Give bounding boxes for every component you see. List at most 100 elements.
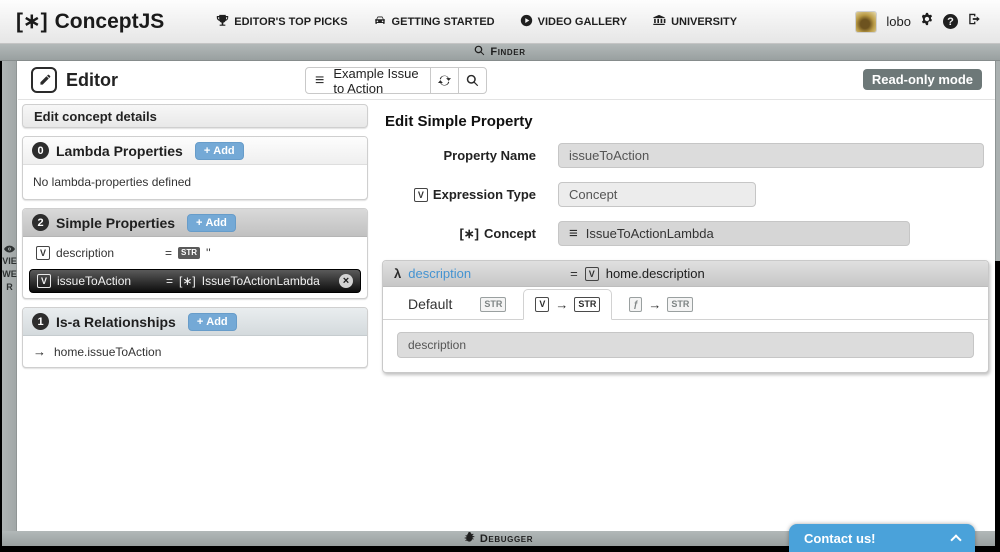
editor-title: Editor bbox=[66, 69, 118, 90]
refresh-button[interactable] bbox=[430, 68, 458, 93]
nav-video-gallery[interactable]: VIDEO GALLERY bbox=[520, 14, 627, 30]
variable-badge-icon: V bbox=[413, 187, 428, 202]
arrow-right-icon: → bbox=[555, 297, 569, 312]
equals-sign: = bbox=[165, 246, 173, 260]
arrow-right-icon: → bbox=[33, 344, 46, 359]
concept-row: [∗] Concept ≡ IssueToActionLambda bbox=[378, 221, 992, 246]
nav-university[interactable]: UNIVERSITY bbox=[652, 14, 737, 30]
add-label: Add bbox=[213, 144, 235, 157]
sign-out-icon[interactable] bbox=[967, 12, 982, 31]
add-isa-relationship-button[interactable]: + Add bbox=[187, 312, 237, 331]
add-lambda-property-button[interactable]: + Add bbox=[194, 141, 244, 160]
nav-getting-started[interactable]: GETTING STARTED bbox=[373, 14, 495, 30]
nav-label: EDITOR'S TOP PICKS bbox=[234, 15, 348, 28]
remove-icon[interactable]: × bbox=[339, 274, 353, 288]
expression-type-field[interactable]: Concept bbox=[558, 182, 756, 207]
right-panel-tab[interactable] bbox=[995, 61, 1000, 261]
play-circle-icon bbox=[520, 14, 533, 30]
expression-value-field[interactable]: description bbox=[397, 332, 974, 358]
nav-editors-top-picks[interactable]: EDITOR'S TOP PICKS bbox=[216, 14, 348, 30]
count-badge: 2 bbox=[32, 214, 49, 231]
university-icon bbox=[652, 14, 666, 30]
pencil-square-icon bbox=[31, 67, 57, 93]
tab-script-to-str[interactable]: ƒ → STR bbox=[618, 290, 704, 319]
property-name: issueToAction bbox=[57, 274, 132, 288]
expression-panel: λ description = V home.description Defau… bbox=[382, 260, 989, 373]
variable-badge-icon: V bbox=[37, 274, 52, 288]
app-logo[interactable]: [∗] ConceptJS bbox=[16, 9, 164, 34]
tab-label: Default bbox=[408, 296, 453, 312]
concept-badge-icon: [∗] bbox=[459, 225, 479, 241]
simple-property-row-issuetoaction[interactable]: V issueToAction = [∗] IssueToActionLambd… bbox=[29, 269, 361, 293]
menu-icon: ≡ bbox=[569, 225, 578, 242]
tab-v-to-str[interactable]: V → STR bbox=[523, 289, 613, 320]
debugger-label: Debugger bbox=[479, 532, 534, 545]
logo-text: ConceptJS bbox=[54, 9, 165, 33]
expression-name-link[interactable]: description bbox=[408, 266, 471, 281]
concept-type-badge: [∗] bbox=[179, 274, 196, 288]
arrow-right-icon: → bbox=[648, 297, 662, 312]
concept-selector-group: ≡ Example Issue to Action bbox=[305, 66, 488, 96]
add-simple-property-button[interactable]: + Add bbox=[187, 213, 236, 232]
plus-icon: + bbox=[196, 216, 203, 229]
viewer-label: VIEWER bbox=[2, 256, 17, 292]
concept-details-sidebar: Edit concept details 0 Lambda Properties… bbox=[22, 104, 368, 368]
field-value: issueToAction bbox=[569, 148, 650, 163]
relationship-target: home.issueToAction bbox=[54, 344, 162, 359]
label-text: Concept bbox=[484, 226, 536, 241]
isa-relationships-header: 1 Is-a Relationships + Add bbox=[23, 308, 367, 336]
isa-relationship-row[interactable]: → home.issueToAction bbox=[23, 336, 367, 367]
menu-icon[interactable]: ≡ bbox=[306, 68, 333, 93]
page-title: Edit Simple Property bbox=[385, 113, 533, 130]
lambda-icon: λ bbox=[394, 266, 402, 281]
workspace: VIEWER Editor ≡ Example Issue to Action … bbox=[2, 61, 995, 531]
simple-properties-panel: 2 Simple Properties + Add V description … bbox=[22, 208, 368, 299]
panel-title: Lambda Properties bbox=[56, 142, 183, 159]
concept-field[interactable]: ≡ IssueToActionLambda bbox=[558, 221, 910, 246]
main-nav: EDITOR'S TOP PICKS GETTING STARTED VIDEO… bbox=[216, 14, 737, 30]
search-button[interactable] bbox=[458, 68, 486, 93]
contact-label: Contact us! bbox=[804, 530, 876, 546]
label-text: Property Name bbox=[443, 148, 536, 163]
tab-default[interactable]: Default bbox=[397, 289, 463, 319]
user-avatar[interactable] bbox=[855, 10, 878, 33]
panel-title: Is-a Relationships bbox=[56, 313, 176, 330]
readonly-mode-badge: Read-only mode bbox=[862, 69, 982, 90]
bug-icon bbox=[464, 531, 475, 546]
simple-property-row-description[interactable]: V description = STR '' bbox=[29, 242, 361, 264]
concept-name-input[interactable]: Example Issue to Action bbox=[333, 66, 430, 96]
tab-str[interactable]: STR bbox=[469, 290, 517, 319]
contact-us-button[interactable]: Contact us! bbox=[789, 524, 975, 552]
equals-sign: = bbox=[166, 274, 174, 288]
expression-type-row: V Expression Type Concept bbox=[378, 182, 992, 207]
str-type-badge: STR bbox=[574, 297, 601, 312]
expression-type-label: V Expression Type bbox=[378, 187, 536, 202]
username[interactable]: lobo bbox=[886, 14, 911, 29]
variable-badge-icon: V bbox=[584, 266, 599, 281]
property-form: Property Name issueToAction V Expression… bbox=[378, 143, 992, 246]
script-icon: ƒ bbox=[629, 297, 643, 312]
top-navbar: [∗] ConceptJS EDITOR'S TOP PICKS GETTING… bbox=[0, 0, 1000, 44]
string-type-badge: STR bbox=[178, 247, 201, 259]
label-text: Expression Type bbox=[432, 187, 536, 202]
sidebar-header: Edit concept details bbox=[22, 104, 368, 128]
trophy-icon bbox=[216, 14, 229, 30]
property-name-field[interactable]: issueToAction bbox=[558, 143, 984, 168]
isa-relationships-panel: 1 Is-a Relationships + Add → home.issueT… bbox=[22, 307, 368, 368]
plus-icon: + bbox=[203, 144, 211, 157]
help-icon[interactable]: ? bbox=[943, 14, 958, 29]
finder-bar[interactable]: Finder bbox=[0, 44, 1000, 61]
property-name-label: Property Name bbox=[378, 148, 536, 163]
count-badge: 0 bbox=[32, 142, 49, 159]
lambda-properties-empty: No lambda-properties defined bbox=[33, 175, 192, 189]
expression-binding: home.description bbox=[605, 266, 705, 281]
viewer-panel-tab[interactable]: VIEWER bbox=[2, 61, 17, 531]
add-label: Add bbox=[205, 216, 227, 229]
variable-badge-icon: V bbox=[535, 297, 550, 312]
app-screen: [∗] ConceptJS EDITOR'S TOP PICKS GETTING… bbox=[0, 0, 1000, 552]
gear-icon[interactable] bbox=[920, 12, 934, 31]
property-name-row: Property Name issueToAction bbox=[378, 143, 992, 168]
simple-properties-header: 2 Simple Properties + Add bbox=[23, 209, 367, 237]
field-value: description bbox=[408, 338, 467, 352]
lambda-properties-panel: 0 Lambda Properties + Add No lambda-prop… bbox=[22, 136, 368, 200]
